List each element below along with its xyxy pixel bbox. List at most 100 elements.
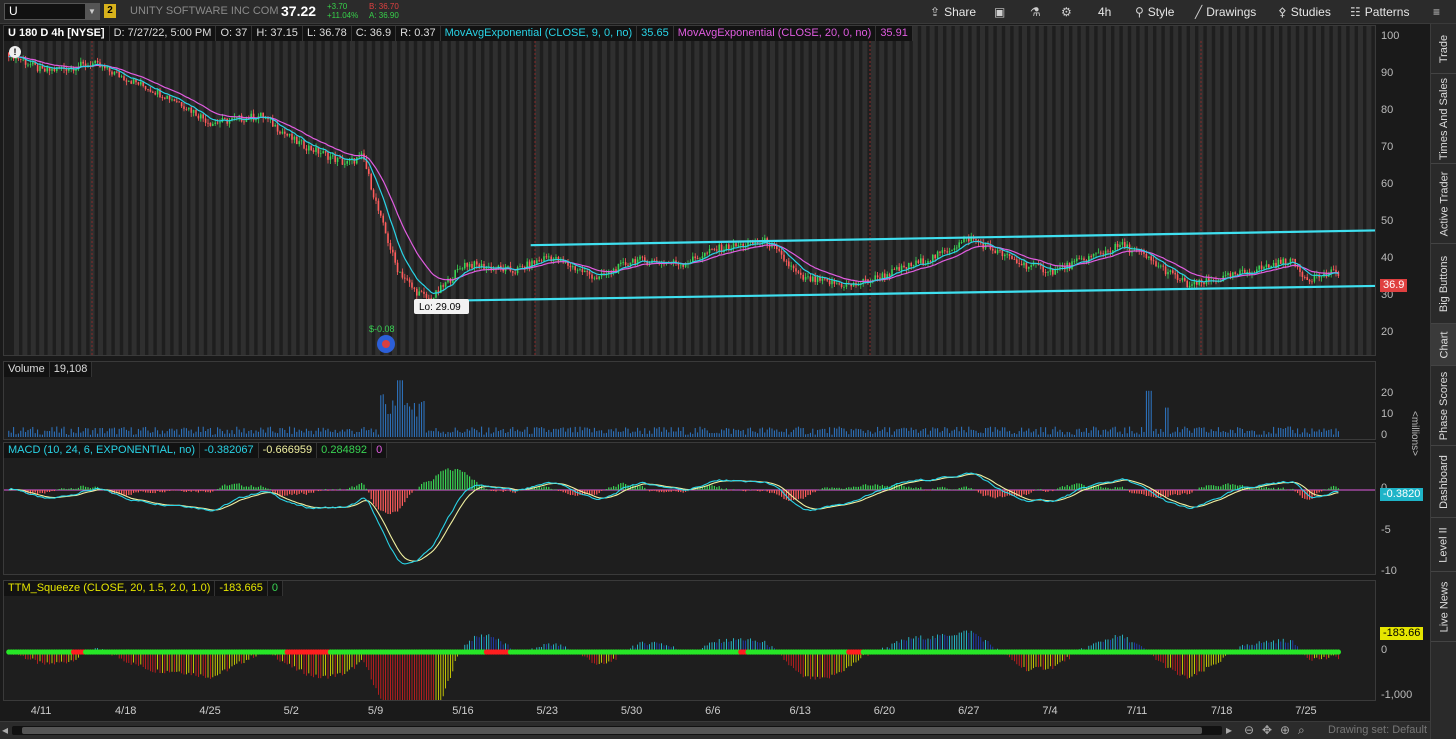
tab-dashboard[interactable]: Dashboard: [1431, 446, 1456, 518]
macd-chart[interactable]: [4, 443, 1376, 575]
chart-area[interactable]: U 180 D 4h [NYSE] D: 7/27/22, 5:00 PM O:…: [3, 25, 1424, 725]
volume-bar: [1301, 432, 1303, 437]
ema9-label[interactable]: MovAvgExponential (CLOSE, 9, 0, no): [440, 26, 638, 41]
studies-button[interactable]: ⚴ Studies: [1278, 0, 1331, 24]
macd-histogram-bar: [824, 487, 826, 490]
more-menu-button[interactable]: ≡: [1433, 0, 1440, 24]
candle-body: [576, 269, 579, 271]
session-band: [753, 26, 759, 355]
symbol-input[interactable]: U ▼: [4, 3, 100, 20]
macd-histogram-bar: [1174, 490, 1176, 495]
volume-bar: [567, 428, 569, 437]
candle-body: [1320, 276, 1323, 278]
zoom-fit-icon[interactable]: ⌕: [1298, 723, 1305, 738]
candle-body: [1047, 271, 1049, 273]
candle-body: [1073, 261, 1076, 263]
session-band: [1030, 26, 1036, 355]
chevron-down-icon[interactable]: ▼: [85, 4, 99, 19]
macd-pane[interactable]: MACD (10, 24, 6, EXPONENTIAL, no) -0.382…: [3, 442, 1376, 575]
session-band: [291, 26, 297, 355]
volume-bar: [130, 427, 132, 437]
volume-bar: [149, 432, 151, 437]
macd-histogram-bar: [248, 486, 250, 490]
macd-histogram-bar: [332, 489, 334, 490]
scrollbar-thumb[interactable]: [22, 727, 1202, 734]
volume-bar: [452, 431, 454, 437]
scroll-left-icon[interactable]: ◂: [2, 723, 8, 737]
volume-bar: [490, 433, 492, 437]
volume-bar: [596, 431, 598, 437]
squeeze-bar: [421, 652, 422, 700]
macd-histogram-bar: [473, 479, 475, 490]
zoom-out-icon[interactable]: ⊖: [1244, 723, 1254, 737]
style-button[interactable]: ⚲ Style: [1135, 0, 1174, 24]
candle-body: [46, 67, 48, 72]
pan-icon[interactable]: ✥: [1262, 723, 1272, 737]
y-tick: 0: [1381, 644, 1388, 656]
drawings-button[interactable]: ╱ Drawings: [1195, 0, 1256, 24]
volume-bar: [881, 429, 883, 437]
macd-histogram-bar: [418, 486, 420, 490]
menu-icon: ≡: [1433, 5, 1441, 19]
tab-level-ii[interactable]: Level II: [1431, 518, 1456, 572]
volume-bar: [449, 432, 451, 437]
squeeze-bar: [176, 652, 178, 672]
volume-pane[interactable]: Volume 19,108: [3, 361, 1376, 440]
macd-histogram-bar: [409, 490, 411, 495]
ema20-label[interactable]: MovAvgExponential (CLOSE, 20, 0, no): [673, 26, 877, 41]
volume-bar: [1035, 429, 1037, 437]
macd-histogram-bar: [207, 490, 209, 493]
macd-histogram-bar: [985, 490, 987, 496]
squeeze-title[interactable]: TTM_Squeeze (CLOSE, 20, 1.5, 2.0, 1.0): [4, 581, 216, 596]
macd-histogram-bar: [75, 488, 77, 490]
horizontal-scrollbar[interactable]: [12, 726, 1222, 735]
timeframe-button[interactable]: 4h: [1098, 0, 1111, 24]
volume-bar: [589, 428, 591, 437]
macd-title[interactable]: MACD (10, 24, 6, EXPONENTIAL, no): [4, 443, 201, 458]
volume-bar: [356, 431, 358, 437]
volume-bar: [1215, 431, 1217, 437]
macd-histogram-bar: [51, 490, 53, 492]
price-pane[interactable]: U 180 D 4h [NYSE] D: 7/27/22, 5:00 PM O:…: [3, 25, 1376, 356]
volume-bar: [572, 432, 574, 437]
volume-bar: [536, 427, 538, 437]
tab-big-buttons[interactable]: Big Buttons: [1431, 244, 1456, 324]
snapshot-button[interactable]: ▣: [994, 0, 1005, 24]
flask-button[interactable]: ⚗: [1030, 0, 1041, 24]
scroll-right-icon[interactable]: ▸: [1226, 723, 1232, 737]
candle-body: [212, 123, 214, 126]
tab-live-news[interactable]: Live News: [1431, 572, 1456, 642]
candle-body: [836, 283, 838, 285]
tab-trade[interactable]: Trade: [1431, 24, 1456, 74]
tab-times-and-sales[interactable]: Times And Sales: [1431, 74, 1456, 164]
macd-histogram-bar: [73, 488, 75, 490]
tab-chart[interactable]: Chart: [1431, 324, 1456, 366]
squeeze-chart[interactable]: [4, 581, 1376, 701]
macd-histogram-bar: [713, 485, 715, 490]
tab-phase-scores[interactable]: Phase Scores: [1431, 366, 1456, 446]
volume-bar: [555, 428, 557, 437]
squeeze-bar: [942, 633, 943, 652]
session-band: [1240, 26, 1246, 355]
volume-bar: [1136, 432, 1138, 437]
session-band: [308, 26, 313, 355]
drawing-set-label[interactable]: Drawing set: Default: [1328, 724, 1427, 736]
macd-histogram-bar: [493, 490, 495, 492]
volume-bar: [317, 427, 319, 437]
patterns-button[interactable]: ☷ Patterns: [1350, 0, 1409, 24]
candle-body: [946, 251, 948, 253]
alert-icon[interactable]: !: [9, 46, 21, 58]
macd-histogram-bar: [874, 484, 876, 490]
volume-chart[interactable]: [4, 362, 1376, 440]
volume-bar: [447, 431, 449, 437]
squeeze-pane[interactable]: TTM_Squeeze (CLOSE, 20, 1.5, 2.0, 1.0) -…: [3, 580, 1376, 701]
settings-button[interactable]: ⚙: [1061, 0, 1072, 24]
link-group-badge[interactable]: 2: [104, 4, 116, 18]
session-band: [778, 26, 784, 355]
zoom-in-icon[interactable]: ⊕: [1280, 723, 1290, 737]
volume-bar: [178, 434, 180, 437]
macd-header: MACD (10, 24, 6, EXPONENTIAL, no) -0.382…: [4, 443, 388, 458]
share-button[interactable]: ⇪ Share: [930, 0, 976, 24]
price-chart[interactable]: Lo: 29.09$-0.08: [4, 26, 1376, 356]
tab-active-trader[interactable]: Active Trader: [1431, 164, 1456, 244]
